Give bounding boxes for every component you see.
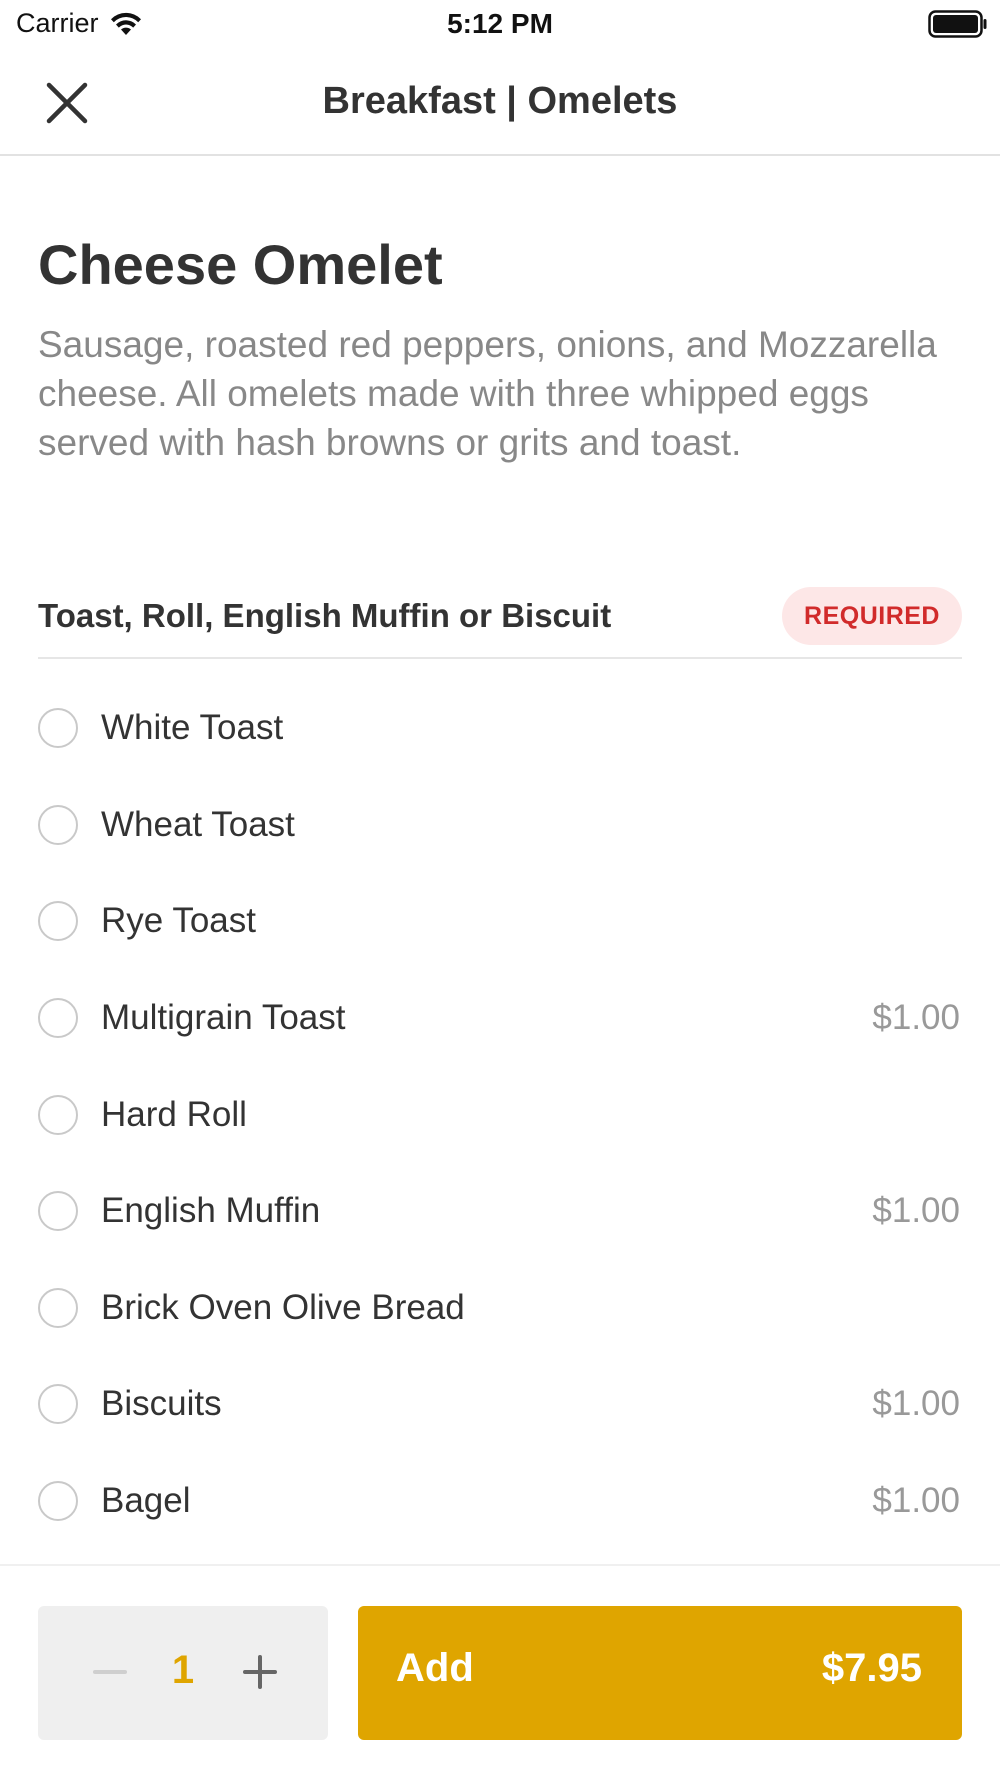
- nav-title: Breakfast | Omelets: [322, 80, 678, 122]
- option-price: $1.00: [872, 998, 960, 1038]
- nav-bar: Breakfast | Omelets: [0, 56, 1000, 156]
- radio-button[interactable]: [38, 1094, 78, 1135]
- radio-button[interactable]: [38, 1191, 78, 1232]
- option-row[interactable]: Wheat Toast: [38, 777, 962, 874]
- radio-button[interactable]: [38, 901, 78, 942]
- option-label: English Muffin: [101, 1191, 321, 1231]
- required-badge: REQUIRED: [782, 587, 962, 645]
- option-row[interactable]: Brick Oven Olive Bread: [38, 1260, 962, 1357]
- option-row[interactable]: Biscuits $1.00: [38, 1356, 962, 1453]
- footer-bar: 1 Add $7.95: [0, 1564, 1000, 1778]
- increase-quantity-button[interactable]: [230, 1642, 290, 1702]
- option-label: Biscuits: [101, 1384, 222, 1424]
- radio-button[interactable]: [38, 998, 78, 1039]
- option-group-title: Toast, Roll, English Muffin or Biscuit: [38, 597, 612, 634]
- options-list: White Toast Wheat Toast Rye Toast Multig…: [38, 680, 962, 1549]
- plus-icon: [243, 1655, 277, 1689]
- radio-button[interactable]: [38, 1481, 78, 1522]
- radio-button[interactable]: [38, 708, 78, 749]
- option-label: Hard Roll: [101, 1094, 247, 1134]
- option-price: $1.00: [872, 1191, 960, 1231]
- status-time: 5:12 PM: [447, 8, 553, 39]
- add-to-cart-button[interactable]: Add $7.95: [358, 1606, 962, 1740]
- radio-button[interactable]: [38, 804, 78, 845]
- battery-icon: [928, 10, 987, 38]
- option-row[interactable]: Multigrain Toast $1.00: [38, 970, 962, 1067]
- radio-button[interactable]: [38, 1384, 78, 1425]
- option-row[interactable]: English Muffin $1.00: [38, 1163, 962, 1260]
- option-price: $1.00: [872, 1384, 960, 1424]
- add-button-label: Add: [396, 1646, 474, 1690]
- quantity-stepper: 1: [38, 1606, 328, 1740]
- option-group-header: Toast, Roll, English Muffin or Biscuit R…: [38, 585, 962, 659]
- item-title: Cheese Omelet: [38, 233, 443, 296]
- status-bar: Carrier 5:12 PM: [0, 0, 1000, 50]
- item-description: Sausage, roasted red peppers, onions, an…: [38, 324, 937, 463]
- option-label: Wheat Toast: [101, 804, 295, 844]
- option-row[interactable]: Bagel $1.00: [38, 1453, 962, 1550]
- option-label: Bagel: [101, 1481, 191, 1521]
- option-label: Brick Oven Olive Bread: [101, 1287, 465, 1327]
- option-row[interactable]: White Toast: [38, 680, 962, 777]
- add-button-price: $7.95: [821, 1646, 922, 1690]
- option-row[interactable]: Hard Roll: [38, 1066, 962, 1163]
- item-detail-screen: Carrier 5:12 PM Breakfast | Omelets Chee…: [0, 0, 1000, 1778]
- option-label: Rye Toast: [101, 901, 256, 941]
- option-label: White Toast: [101, 708, 284, 748]
- option-row[interactable]: Rye Toast: [38, 873, 962, 970]
- radio-button[interactable]: [38, 1287, 78, 1328]
- option-price: $1.00: [872, 1481, 960, 1521]
- option-label: Multigrain Toast: [101, 998, 346, 1038]
